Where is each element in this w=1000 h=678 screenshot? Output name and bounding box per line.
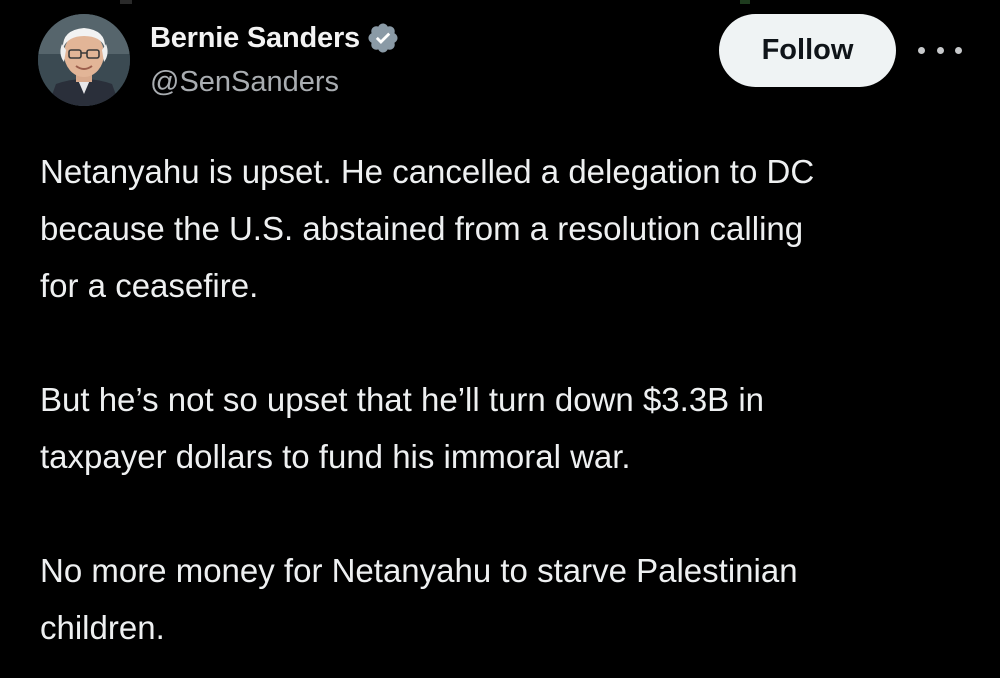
tweet-paragraph: No more money for Netanyahu to starve Pa… bbox=[40, 552, 798, 646]
follow-button[interactable]: Follow bbox=[719, 14, 896, 87]
top-edge-fragment bbox=[120, 0, 132, 4]
top-edge-fragment bbox=[740, 0, 750, 4]
tweet-paragraph: Netanyahu is upset. He cancelled a deleg… bbox=[40, 153, 815, 304]
more-dot bbox=[955, 46, 962, 54]
verified-badge-icon[interactable] bbox=[366, 21, 400, 55]
author-name-row: Bernie Sanders bbox=[150, 18, 400, 58]
author-display-name[interactable]: Bernie Sanders bbox=[150, 22, 360, 55]
more-dot bbox=[936, 46, 944, 54]
author-handle[interactable]: @SenSanders bbox=[150, 66, 339, 99]
avatar[interactable] bbox=[38, 14, 130, 106]
tweet-card: Bernie Sanders @SenSanders Follow Netany… bbox=[0, 0, 1000, 678]
more-horizontal-icon[interactable] bbox=[918, 38, 962, 62]
tweet-paragraph: But he’s not so upset that he’ll turn do… bbox=[40, 381, 765, 475]
tweet-text: Netanyahu is upset. He cancelled a deleg… bbox=[40, 143, 970, 656]
more-dot bbox=[918, 46, 925, 54]
profile-photo-icon bbox=[38, 14, 130, 106]
